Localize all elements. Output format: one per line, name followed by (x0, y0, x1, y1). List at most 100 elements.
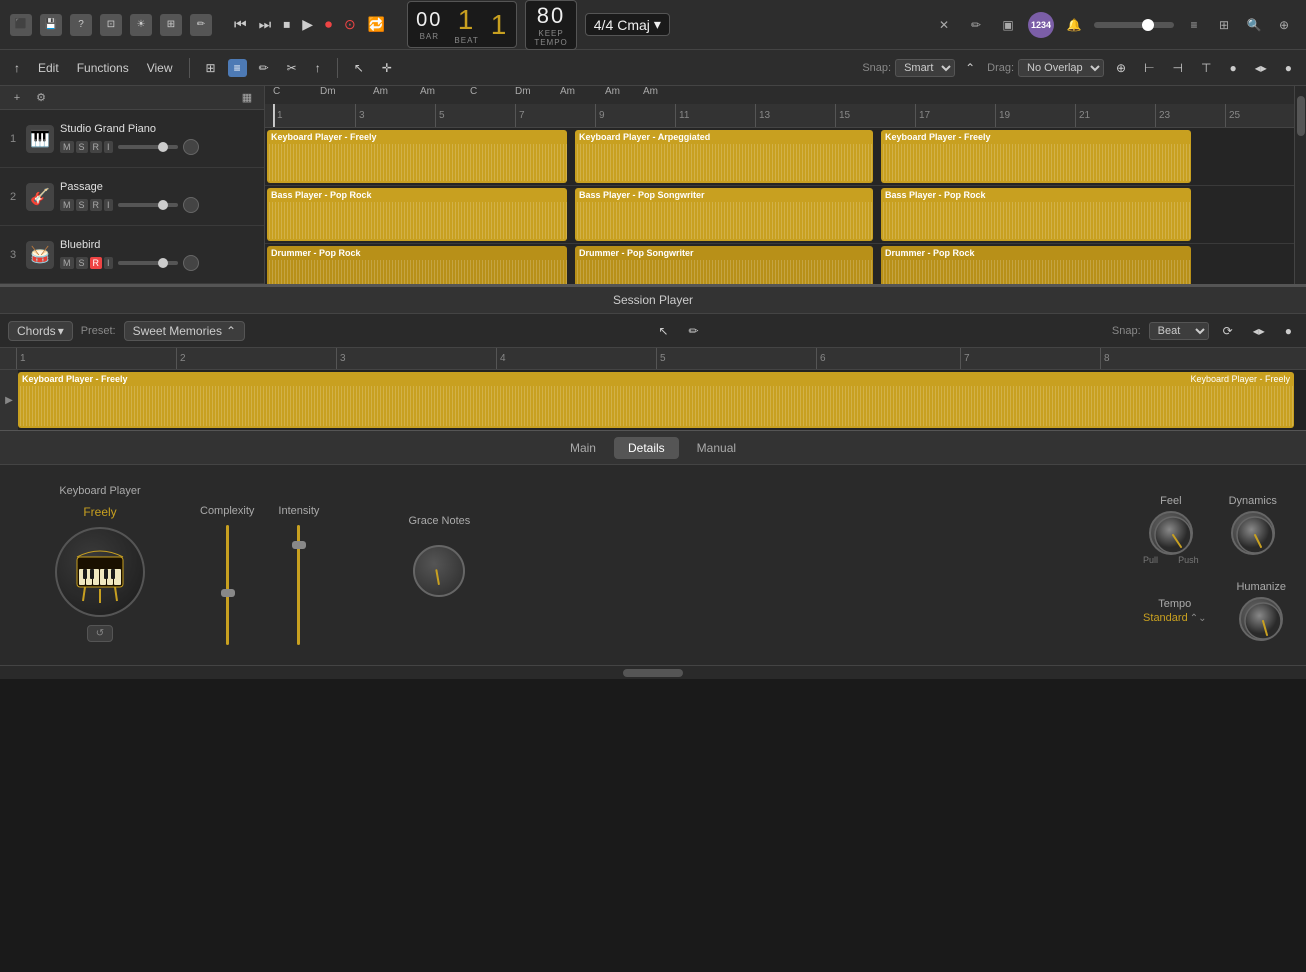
tool2-btn[interactable]: ⊣ (1167, 59, 1189, 77)
region-2a[interactable]: Bass Player - Pop Rock (267, 188, 567, 241)
feel-knob[interactable] (1149, 511, 1193, 555)
settings-icon-btn[interactable]: ⚙ (32, 89, 50, 107)
session-snap-select[interactable]: Beat Smart Bar (1149, 322, 1209, 340)
master-volume-slider[interactable] (1094, 22, 1174, 28)
complexity-slider[interactable] (217, 525, 237, 645)
session-cursor-btn[interactable]: ↖ (652, 322, 674, 340)
view-menu[interactable]: View (141, 59, 179, 77)
volume-slider-2[interactable] (118, 203, 178, 207)
grace-notes-knob[interactable] (413, 545, 465, 597)
session-track-area[interactable]: ▶ Keyboard Player - Freely Keyboard Play… (0, 370, 1306, 430)
vert-scroll-thumb[interactable] (1297, 96, 1305, 136)
add-track-button[interactable]: + (8, 89, 26, 107)
region-2b[interactable]: Bass Player - Pop Songwriter (575, 188, 873, 241)
notification-icon[interactable]: 🔔 (1062, 13, 1086, 37)
refresh-button[interactable]: ↺ (87, 625, 113, 642)
stop-button[interactable]: ⏹ (279, 14, 294, 35)
list-icon[interactable]: ≡ (1182, 13, 1206, 37)
brush-icon[interactable]: ✏ (964, 13, 988, 37)
vertical-scrollbar[interactable] (1294, 86, 1306, 284)
pan-knob-1[interactable] (183, 139, 199, 155)
input-btn-1[interactable]: I (104, 141, 113, 153)
tab-main[interactable]: Main (556, 437, 610, 459)
snap-chevron[interactable]: ⌃ (959, 59, 981, 77)
mute-btn-3[interactable]: M (60, 257, 74, 269)
track-lane-3[interactable]: Drummer - Pop Rock Drummer - Pop Songwri… (265, 244, 1294, 284)
tool3-btn[interactable]: ⊤ (1195, 59, 1217, 77)
record-btn-2[interactable]: R (90, 199, 103, 211)
scrollbar-thumb[interactable] (623, 669, 683, 677)
list-view-btn[interactable]: ≡ (228, 59, 247, 77)
grid-view-btn[interactable]: ⊞ (200, 59, 222, 77)
humanize-knob[interactable] (1239, 597, 1283, 641)
mute-btn-2[interactable]: M (60, 199, 74, 211)
key-dropdown-icon[interactable]: ▾ (654, 16, 661, 33)
region-3a[interactable]: Drummer - Pop Rock (267, 246, 567, 284)
tool4-btn[interactable]: ● (1223, 59, 1242, 77)
fast-forward-button[interactable]: ⏭ (255, 14, 276, 35)
instrument-circle[interactable] (55, 527, 145, 617)
save-icon[interactable]: 💾 (40, 14, 62, 36)
solo-btn-1[interactable]: S (76, 141, 88, 153)
mixer-icon[interactable]: ⊞ (160, 14, 182, 36)
pencil-tool-btn[interactable]: ✏ (253, 59, 275, 77)
magnet-btn[interactable]: ⊕ (1110, 59, 1132, 77)
tool5-btn[interactable]: ◂▸ (1249, 59, 1273, 77)
chords-button[interactable]: Chords ▾ (8, 321, 73, 341)
record-btn-3[interactable]: R (90, 257, 103, 269)
snap-select[interactable]: Smart Bar Beat (895, 59, 955, 77)
mute-btn-1[interactable]: M (60, 141, 74, 153)
marquee-btn[interactable]: ✛ (376, 59, 398, 77)
record-alt-button[interactable]: ⊙ (340, 14, 360, 35)
region-3b[interactable]: Drummer - Pop Songwriter (575, 246, 873, 284)
up-arrow-button[interactable]: ↑ (8, 59, 26, 77)
screen-icon[interactable]: ⊡ (100, 14, 122, 36)
key-signature[interactable]: 4/4 Cmaj ▾ (585, 13, 670, 36)
scissor-tool-btn[interactable]: ✂ (281, 59, 303, 77)
play-button[interactable]: ▶ (298, 14, 317, 35)
record-btn-1[interactable]: R (90, 141, 103, 153)
tool1-btn[interactable]: ⊢ (1138, 59, 1160, 77)
pencil-icon[interactable]: ✏ (190, 14, 212, 36)
intensity-slider[interactable] (289, 525, 309, 645)
track-lane-1[interactable]: Keyboard Player - Freely Keyboard Player… (265, 128, 1294, 186)
help-icon[interactable]: ? (70, 14, 92, 36)
grid-icon[interactable]: ⊞ (1212, 13, 1236, 37)
tab-manual[interactable]: Manual (683, 437, 750, 459)
collapse-btn[interactable]: ▦ (238, 89, 256, 107)
pointer-tool-btn[interactable]: ↑ (309, 59, 327, 77)
solo-btn-3[interactable]: S (76, 257, 88, 269)
cursor-btn[interactable]: ↖ (348, 59, 370, 77)
solo-btn-2[interactable]: S (76, 199, 88, 211)
dynamics-knob[interactable] (1231, 511, 1275, 555)
record-button[interactable]: ⏺ (321, 14, 336, 35)
track-lane-2[interactable]: Bass Player - Pop Rock Bass Player - Pop… (265, 186, 1294, 244)
preset-select[interactable]: Sweet Memories ⌃ (124, 321, 245, 341)
region-1a[interactable]: Keyboard Player - Freely (267, 130, 567, 183)
pan-knob-3[interactable] (183, 255, 199, 271)
tools-icon[interactable]: ☀ (130, 14, 152, 36)
share-icon[interactable]: ⊕ (1272, 13, 1296, 37)
user-avatar[interactable]: 1234 (1028, 12, 1054, 38)
tab-details[interactable]: Details (614, 437, 679, 459)
session-pencil-btn[interactable]: ✏ (682, 322, 704, 340)
session-dot-btn[interactable]: ● (1279, 322, 1298, 340)
volume-slider-3[interactable] (118, 261, 178, 265)
file-icon[interactable]: ⬛ (10, 14, 32, 36)
region-2c[interactable]: Bass Player - Pop Rock (881, 188, 1191, 241)
input-btn-2[interactable]: I (104, 199, 113, 211)
region-3c[interactable]: Drummer - Pop Rock (881, 246, 1191, 284)
session-track-expand[interactable]: ▶ (5, 395, 13, 406)
search-top-icon[interactable]: 🔍 (1242, 13, 1266, 37)
region-1c[interactable]: Keyboard Player - Freely (881, 130, 1191, 183)
drag-select[interactable]: No Overlap Overlap (1018, 59, 1104, 77)
input-btn-3[interactable]: I (104, 257, 113, 269)
rewind-button[interactable]: ⏮ (230, 14, 251, 35)
tempo-stepper[interactable]: ⌃⌄ (1190, 613, 1207, 624)
x-icon[interactable]: ✕ (932, 13, 956, 37)
edit-menu[interactable]: Edit (32, 59, 65, 77)
loop-button[interactable]: 🔁 (364, 14, 389, 35)
region-1b[interactable]: Keyboard Player - Arpeggiated (575, 130, 873, 183)
tool6-btn[interactable]: ● (1279, 59, 1298, 77)
zoom-btn[interactable]: ◂▸ (1247, 322, 1271, 340)
